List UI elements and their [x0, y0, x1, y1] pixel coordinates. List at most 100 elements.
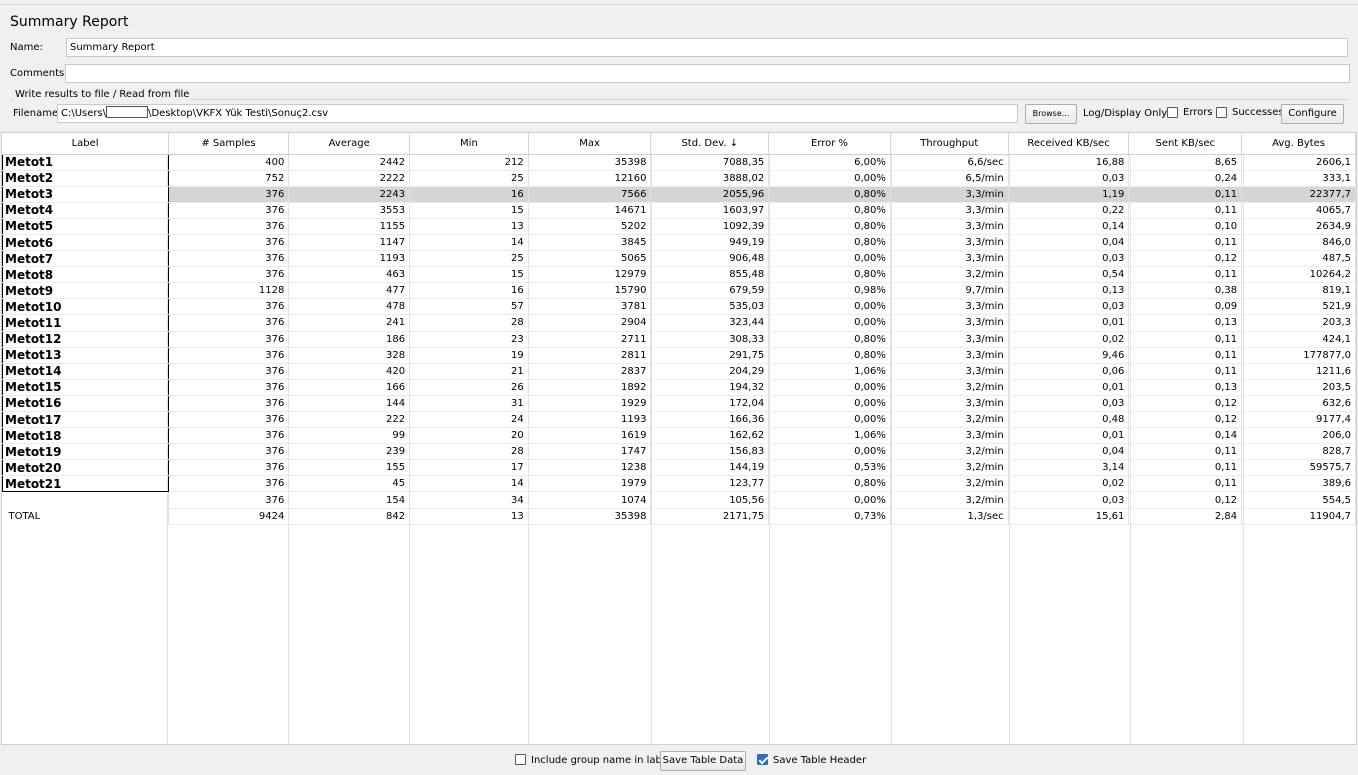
- column-header[interactable]: Max: [528, 133, 652, 155]
- table-cell: 105,56: [650, 491, 770, 509]
- table-row[interactable]: Metot13 376 328 19 2811 291,75 0,80% 3,3/min 9,4…: [2, 347, 1356, 364]
- successes-checkbox[interactable]: [1216, 107, 1227, 118]
- table-row[interactable]: Metot14 376 420 21 2837 204,29 1,06% 3,3/min 0,0…: [2, 363, 1356, 380]
- table-cell: 0,00%: [768, 491, 891, 509]
- browse-button[interactable]: Browse...: [1025, 104, 1077, 124]
- column-header[interactable]: # Samples: [168, 133, 290, 155]
- column-header[interactable]: Average: [288, 133, 411, 155]
- table-row[interactable]: Metot9 1128 477 16 15790 679,59 0,98% 9,7/min 0,…: [2, 282, 1356, 300]
- table-cell: 22377,7: [1241, 186, 1356, 203]
- table-row[interactable]: Metot12 376 186 23 2711 308,33 0,80% 3,3/min 0,0…: [2, 331, 1356, 348]
- table-cell: 308,33: [650, 331, 770, 348]
- table-row[interactable]: Metot7 376 1193 25 5065 906,48 0,00% 3,3/min 0,0…: [2, 250, 1356, 268]
- table-cell: 23: [409, 331, 529, 348]
- table-cell: 1929: [528, 395, 652, 413]
- column-header[interactable]: Avg. Bytes: [1241, 133, 1356, 155]
- table-row[interactable]: Metot21 376 45 14 1979 123,77 0,80% 3,2/min 0,02…: [2, 475, 1356, 493]
- configure-button[interactable]: Configure: [1281, 104, 1344, 124]
- table-cell: 0,00%: [768, 170, 891, 187]
- errors-checkbox[interactable]: [1167, 107, 1178, 118]
- table-cell: 1603,97: [650, 202, 770, 219]
- table-cell: 632,6: [1241, 395, 1356, 413]
- table-row[interactable]: Metot18 376 99 20 1619 162,62 1,06% 3,3/min 0,01…: [2, 427, 1356, 445]
- column-header[interactable]: Label: [2, 133, 169, 155]
- column-header[interactable]: Error %: [768, 133, 891, 155]
- table-cell: 463: [288, 266, 411, 284]
- table-cell: 166: [288, 379, 411, 396]
- table-row[interactable]: Metot8 376 463 15 12979 855,48 0,80% 3,2/min 0,5…: [2, 266, 1356, 284]
- table-cell: 842: [288, 508, 411, 525]
- save-table-header-checkbox[interactable]: [757, 754, 768, 765]
- table-cell: 0,80%: [768, 202, 891, 219]
- filename-label: Filename: [13, 108, 59, 119]
- column-header[interactable]: Sent KB/sec: [1128, 133, 1243, 155]
- table-cell: 0,04: [1008, 443, 1130, 461]
- table-row[interactable]: Metot17 376 222 24 1193 166,36 0,00% 3,2/min 0,4…: [2, 411, 1356, 429]
- table-row[interactable]: Metot1 400 2442 212 35398 7088,35 6,00% 6,6/sec…: [2, 153, 1356, 171]
- table-row[interactable]: Metot11 376 241 28 2904 323,44 0,00% 3,3/min 0,0…: [2, 314, 1356, 332]
- table-cell: 1619: [528, 427, 652, 445]
- window-top-edge: [0, 0, 1358, 5]
- table-cell: 376: [168, 250, 290, 268]
- table-cell: 0,12: [1128, 395, 1243, 413]
- table-cell: 7566: [528, 186, 652, 203]
- table-cell: 0,14: [1128, 427, 1243, 445]
- column-header[interactable]: Std. Dev. ↓: [650, 133, 770, 155]
- table-row[interactable]: 376 154 34 1074 105,56 0,00% 3,2/min 0,03 0,12 55…: [2, 491, 1356, 509]
- table-cell: 0,04: [1008, 234, 1130, 252]
- table-cell: 0,80%: [768, 234, 891, 252]
- table-cell: 1,06%: [768, 427, 891, 445]
- table-total-row[interactable]: TOTAL 9424 842 13 35398 2171,75 0,73% 1,3/sec 15…: [2, 508, 1356, 525]
- name-input[interactable]: Summary Report: [66, 38, 1348, 57]
- column-header[interactable]: Min: [409, 133, 529, 155]
- table-row[interactable]: Metot15 376 166 26 1892 194,32 0,00% 3,2/min 0,0…: [2, 379, 1356, 396]
- table-cell: 14: [409, 475, 529, 493]
- table-cell: 1193: [528, 411, 652, 429]
- table-cell: 166,36: [650, 411, 770, 429]
- table-row[interactable]: Metot4 376 3553 15 14671 1603,97 0,80% 3,3/min 0…: [2, 202, 1356, 219]
- table-cell: 0,73%: [768, 508, 891, 525]
- table-row[interactable]: Metot19 376 239 28 1747 156,83 0,00% 3,2/min 0,0…: [2, 443, 1356, 461]
- table-cell: 819,1: [1241, 282, 1356, 300]
- file-group-title: Write results to file / Read from file: [13, 89, 192, 100]
- column-header[interactable]: Received KB/sec: [1008, 133, 1130, 155]
- table-cell: 376: [168, 298, 290, 316]
- table-cell: 212: [409, 154, 529, 171]
- filename-input[interactable]: C:\Users\ \Desktop\VKFX Yük Testi\Sonuç2.…: [57, 104, 1018, 123]
- table-row[interactable]: Metot3 376 2243 16 7566 2055,96 0,80% 3,3/min 1,…: [2, 186, 1356, 203]
- summary-table[interactable]: Label # Samples Average Min Max Std. Dev. ↓ Er…: [1, 132, 1357, 745]
- comments-input[interactable]: [65, 64, 1350, 83]
- table-cell: 376: [168, 347, 290, 364]
- table-row[interactable]: Metot5 376 1155 13 5202 1092,39 0,80% 3,3/min 0,…: [2, 218, 1356, 235]
- row-label-cell: Metot8: [2, 266, 169, 284]
- table-cell: 1155: [288, 218, 411, 235]
- table-row[interactable]: Metot16 376 144 31 1929 172,04 0,00% 3,3/min 0,0…: [2, 395, 1356, 413]
- include-group-checkbox[interactable]: [515, 754, 526, 765]
- table-cell: 3,2/min: [890, 379, 1009, 396]
- row-label-cell: Metot9: [2, 282, 169, 300]
- table-cell: 3,3/min: [890, 427, 1009, 445]
- table-row[interactable]: Metot2 752 2222 25 12160 3888,02 0,00% 6,5/min 0…: [2, 170, 1356, 187]
- table-cell: 25: [409, 250, 529, 268]
- row-label-cell: Metot11: [2, 314, 169, 332]
- table-cell: 59575,7: [1241, 459, 1356, 477]
- table-cell: 186: [288, 331, 411, 348]
- column-header[interactable]: Throughput: [890, 133, 1009, 155]
- table-cell: 26: [409, 379, 529, 396]
- table-cell: 14671: [528, 202, 652, 219]
- table-cell: 2055,96: [650, 186, 770, 203]
- table-cell: 376: [168, 234, 290, 252]
- table-cell: 0,80%: [768, 218, 891, 235]
- table-row[interactable]: Metot6 376 1147 14 3845 949,19 0,80% 3,3/min 0,0…: [2, 234, 1356, 252]
- table-cell: 177877,0: [1241, 347, 1356, 364]
- table-cell: 0,03: [1008, 395, 1130, 413]
- save-table-data-button[interactable]: Save Table Data: [660, 751, 746, 771]
- table-cell: 0,22: [1008, 202, 1130, 219]
- errors-label: Errors: [1183, 107, 1213, 118]
- table-cell: 239: [288, 443, 411, 461]
- table-row[interactable]: Metot10 376 478 57 3781 535,03 0,00% 3,3/min 0,0…: [2, 298, 1356, 316]
- table-cell: 15,61: [1008, 508, 1130, 525]
- table-cell: 2606,1: [1241, 154, 1356, 171]
- table-cell: 376: [168, 475, 290, 493]
- table-row[interactable]: Metot20 376 155 17 1238 144,19 0,53% 3,2/min 3,1…: [2, 459, 1356, 477]
